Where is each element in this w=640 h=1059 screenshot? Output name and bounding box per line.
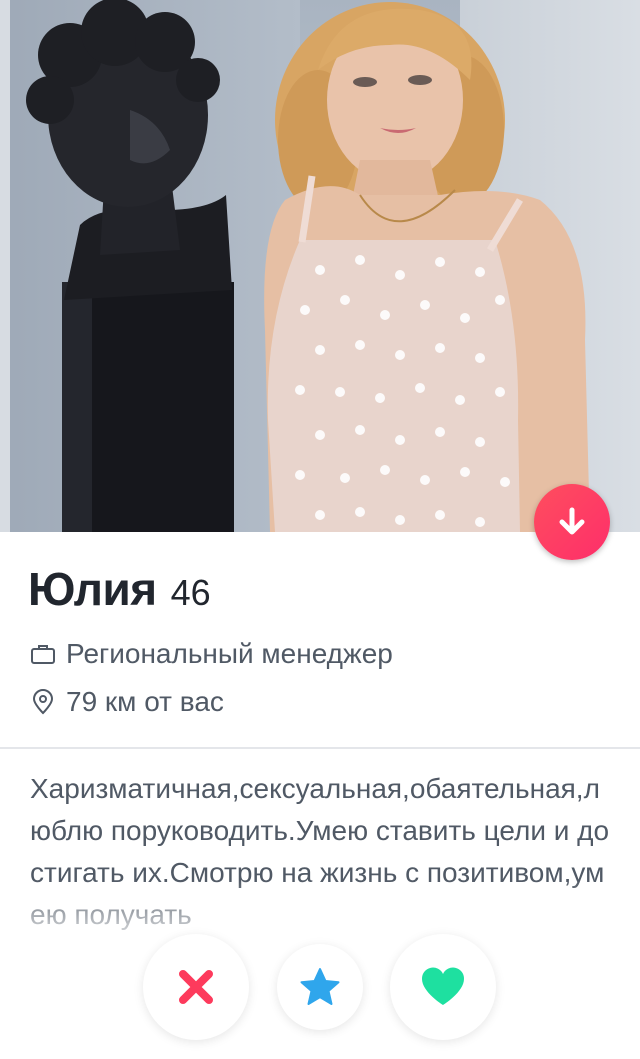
- heart-icon: [421, 967, 465, 1005]
- collapse-profile-button[interactable]: [534, 484, 610, 560]
- briefcase-icon: [31, 645, 55, 664]
- profile-name: Юлия: [28, 563, 157, 615]
- like-button[interactable]: [390, 934, 496, 1040]
- super-like-button[interactable]: [277, 944, 363, 1030]
- distance-text: 79 км от вас: [66, 686, 224, 717]
- profile-age: 46: [170, 572, 211, 613]
- distance-info: 79 км от вас: [30, 686, 224, 718]
- job-title: Региональный менеджер: [66, 638, 393, 669]
- x-icon: [179, 970, 213, 1004]
- profile-header: Юлия 46: [28, 562, 211, 616]
- profile-photo[interactable]: [0, 0, 640, 532]
- job-info: Региональный менеджер: [30, 638, 393, 670]
- section-divider: [0, 747, 640, 749]
- star-icon: [300, 968, 340, 1005]
- location-pin-icon: [32, 689, 54, 715]
- nope-button[interactable]: [143, 934, 249, 1040]
- arrow-down-icon: [559, 507, 585, 535]
- photo-illustration: [26, 0, 590, 532]
